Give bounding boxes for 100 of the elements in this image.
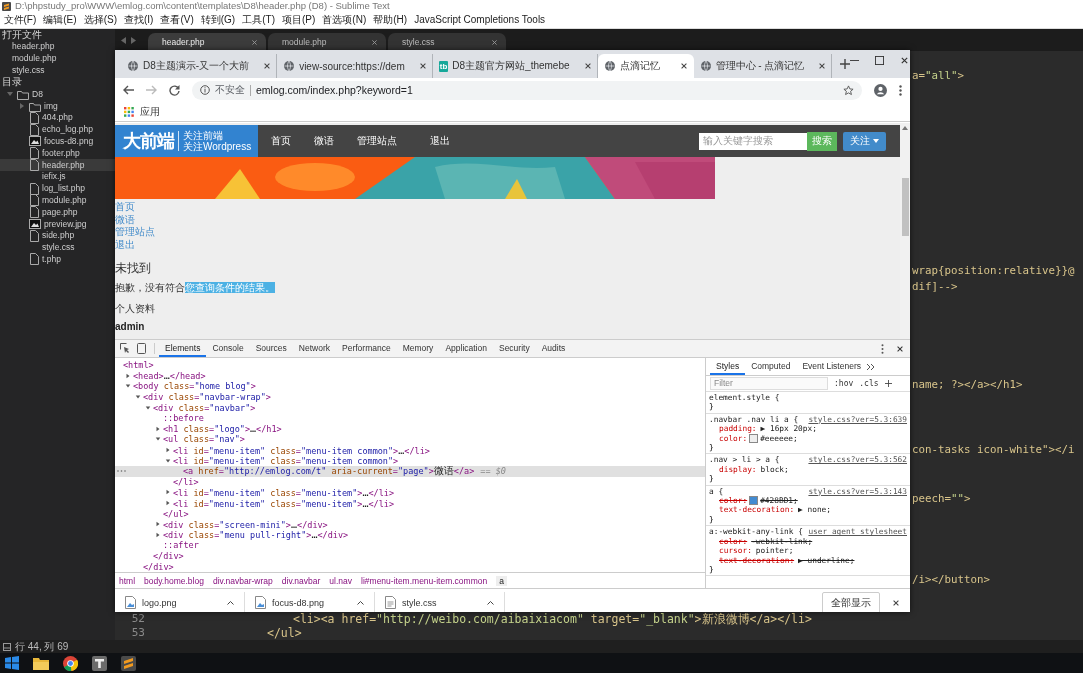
code-line: a="all">: [912, 68, 965, 84]
browser-tab[interactable]: view-source:https://dem: [277, 54, 433, 78]
selected-row[interactable]: <a href="http://emlog.com/t" aria-current="page">微语</a> == $0: [115, 465, 705, 477]
devtools-tab[interactable]: Application: [439, 340, 493, 357]
file-name[interactable]: module.php: [42, 194, 87, 206]
dom-node[interactable]: <li id="menu-item" class="menu-item">…</li>: [173, 486, 395, 498]
dom-node[interactable]: <h1 class="logo">…</h1>: [163, 423, 282, 435]
menu-item[interactable]: 查找(I): [120, 12, 157, 28]
dom-node[interactable]: <div class="navbar-wrap">: [143, 392, 271, 403]
dom-node[interactable]: <div class="menu pull-right">…</div>: [163, 529, 349, 541]
author-name: admin: [115, 321, 146, 333]
dom-node[interactable]: <head>…</head>: [133, 370, 206, 382]
devtools-tab[interactable]: Sources: [249, 340, 293, 357]
breadcrumb-item[interactable]: html: [119, 575, 136, 586]
window-title: D:\phpstudy_pro\WWW\emlog.com\content\templates\D8\header.php (D8) - Sublime Text: [15, 0, 390, 12]
download-item[interactable]: logo.png: [115, 592, 245, 612]
nav-link[interactable]: 退出: [430, 134, 460, 148]
breadcrumb-item[interactable]: div.navbar: [281, 575, 321, 586]
file-name[interactable]: echo_log.php: [42, 124, 94, 136]
bookmark[interactable]: 应用: [140, 104, 160, 119]
dom-node[interactable]: <li id="menu-item" class="menu-item common">…</li>: [173, 444, 430, 456]
devtools-tab[interactable]: Elements: [159, 340, 207, 357]
file-name[interactable]: style.css: [42, 242, 75, 254]
open-file[interactable]: module.php: [12, 53, 57, 65]
pseudo-element[interactable]: ::after: [163, 540, 199, 551]
browser-tab[interactable]: tb D8主题官方网站_themebe: [432, 54, 598, 78]
dom-node[interactable]: </div>: [143, 561, 174, 572]
menu-item[interactable]: 查看(V): [156, 12, 198, 28]
breadcrumb-item[interactable]: div.navbar-wrap: [212, 575, 273, 586]
browser-tab[interactable]: 点滴记忆: [597, 54, 694, 78]
class-toggle[interactable]: .cls: [859, 379, 879, 388]
browser-tab[interactable]: 管理中心 - 点滴记忆: [693, 54, 833, 78]
dom-node[interactable]: <a href="http://emlog.com/t" aria-current="page">微语</a>: [183, 464, 475, 479]
dom-node[interactable]: </li>: [173, 476, 199, 487]
menu-item[interactable]: 编辑(E): [39, 12, 81, 28]
styles-tab[interactable]: Computed: [745, 358, 797, 375]
dom-node[interactable]: <div class="navbar">: [153, 402, 256, 413]
section-title: 打开文件: [1, 29, 43, 41]
code-line: /i></button>: [912, 571, 990, 588]
url-text: emlog.com/index.php?keyword=1: [256, 84, 414, 96]
open-file[interactable]: header.php: [12, 41, 55, 53]
styles-tab[interactable]: Event Listeners: [796, 358, 867, 375]
dom-node[interactable]: <li id="menu-item" class="menu-item">…</li>: [173, 497, 395, 509]
nav-link[interactable]: 微语: [314, 134, 344, 148]
menu-item[interactable]: 工具(T): [238, 12, 279, 28]
menu-item[interactable]: 项目(P): [278, 12, 319, 28]
devtools-tab[interactable]: Security: [492, 340, 536, 357]
editor-tab[interactable]: module.php: [268, 33, 386, 51]
breadcrumb-item[interactable]: ul.nav: [329, 575, 353, 586]
menu-item[interactable]: 帮助(H): [369, 12, 411, 28]
dom-node[interactable]: </div>: [153, 551, 184, 561]
pseudo-element[interactable]: ::before: [163, 413, 204, 424]
devtools-tab[interactable]: Console: [206, 340, 250, 357]
line-number: 52: [130, 612, 145, 626]
file-name[interactable]: 404.php: [42, 112, 73, 124]
follow-button[interactable]: 关注: [843, 131, 886, 151]
styles-tab[interactable]: Styles: [710, 358, 746, 375]
menu-item[interactable]: 转到(G): [197, 12, 239, 28]
devtools-tab[interactable]: Performance: [336, 340, 397, 357]
breadcrumb-item[interactable]: a: [496, 575, 507, 586]
page-heading: 未找到: [115, 261, 152, 275]
menu-item[interactable]: JavaScript Completions Tools: [410, 12, 549, 28]
browser-tab[interactable]: D8主题演示-又一个大前: [121, 54, 278, 78]
file-name[interactable]: page.php: [42, 206, 78, 218]
nav-link[interactable]: 首页: [271, 134, 301, 148]
devtools-tab[interactable]: Memory: [396, 340, 440, 357]
menu-item[interactable]: 首选项(N): [318, 12, 370, 28]
download-item[interactable]: style.css: [375, 592, 505, 612]
notice-text: 抱歉，没有符合您查询条件的结果。: [115, 282, 276, 294]
file-name[interactable]: side.php: [42, 230, 75, 242]
download-item[interactable]: focus-d8.png: [245, 592, 375, 612]
file-name[interactable]: preview.jpg: [44, 218, 87, 230]
dom-node[interactable]: <ul class="nav">: [163, 434, 245, 445]
folder-name[interactable]: D8: [32, 88, 43, 100]
dom-node[interactable]: <li id="menu-item" class="menu-item common">: [173, 455, 399, 466]
breadcrumb-item[interactable]: body.home.blog: [144, 575, 204, 586]
file-name[interactable]: iefix.js: [42, 171, 66, 183]
editor-tab[interactable]: style.css: [388, 33, 506, 51]
dom-node[interactable]: <div class="screen-mini">…</div>: [163, 518, 328, 530]
dom-node[interactable]: </ul>: [163, 508, 189, 519]
menu-item[interactable]: 选择(S): [80, 12, 121, 28]
menu-item[interactable]: 文件(F): [0, 12, 40, 28]
address-bar[interactable]: 不安全 emlog.com/index.php?keyword=1: [192, 80, 862, 100]
file-name[interactable]: log_list.php: [42, 183, 85, 195]
folder-name[interactable]: img: [44, 100, 58, 112]
section-title: 个人资料: [115, 303, 156, 315]
dom-node[interactable]: <html>: [123, 360, 154, 371]
hover-toggle[interactable]: :hov: [834, 379, 854, 388]
open-file[interactable]: style.css: [12, 65, 45, 76]
nav-link[interactable]: 管理站点: [357, 134, 417, 148]
dom-node[interactable]: <body class="home blog">: [133, 381, 256, 392]
breadcrumb-item[interactable]: li#menu-item.menu-item.common: [361, 575, 488, 586]
file-name[interactable]: t.php: [42, 253, 61, 265]
filter-field[interactable]: Filter: [710, 377, 828, 390]
file-name[interactable]: footer.php: [42, 147, 80, 159]
devtools-tab[interactable]: Network: [292, 340, 336, 357]
devtools-tab[interactable]: Audits: [535, 340, 572, 357]
show-all-button[interactable]: 全部显示: [822, 591, 880, 612]
editor-tab[interactable]: header.php: [148, 33, 266, 51]
file-name[interactable]: focus-d8.png: [44, 135, 94, 147]
